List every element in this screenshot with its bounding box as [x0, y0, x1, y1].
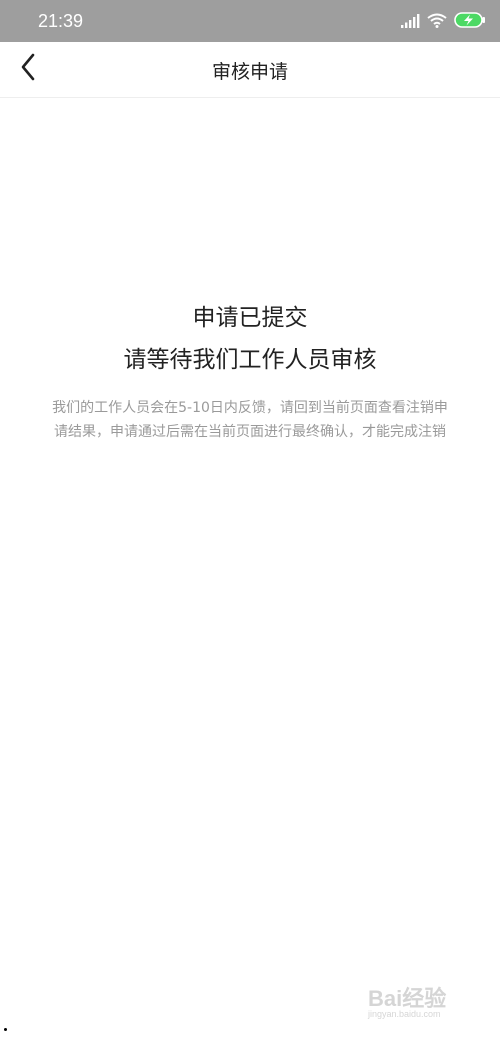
corner-dot — [4, 1028, 7, 1031]
description-line-2: 请结果，申请通过后需在当前页面进行最终确认，才能完成注销 — [54, 424, 446, 440]
submitted-headline: 申请已提交 — [192, 305, 308, 331]
signal-icon — [400, 13, 420, 32]
status-time: 21:39 — [38, 11, 84, 31]
battery-charging-icon — [454, 12, 486, 32]
review-description: 我们的工作人员会在5-10日内反馈，请回到当前页面查看注销申 请结果，申请通过后… — [18, 396, 482, 444]
status-icons — [400, 12, 486, 32]
wifi-icon — [427, 13, 447, 32]
watermark-url: jingyan.baidu.com — [368, 1009, 441, 1019]
baidu-jingyan-watermark: Bai经验 jingyan.baidu.com — [362, 979, 482, 1027]
status-bar: 21:39 — [0, 0, 500, 42]
nav-bar: 审核申请 — [0, 42, 500, 98]
page-title: 审核申请 — [211, 61, 288, 83]
review-application-screen: 21:39 审核申请 申请已提交 请等待我们工作人员审核 我们的工作人员会在5-… — [0, 0, 500, 1041]
waiting-headline: 请等待我们工作人员审核 — [123, 347, 377, 373]
description-line-1: 我们的工作人员会在5-10日内反馈，请回到当前页面查看注销申 — [52, 400, 448, 416]
